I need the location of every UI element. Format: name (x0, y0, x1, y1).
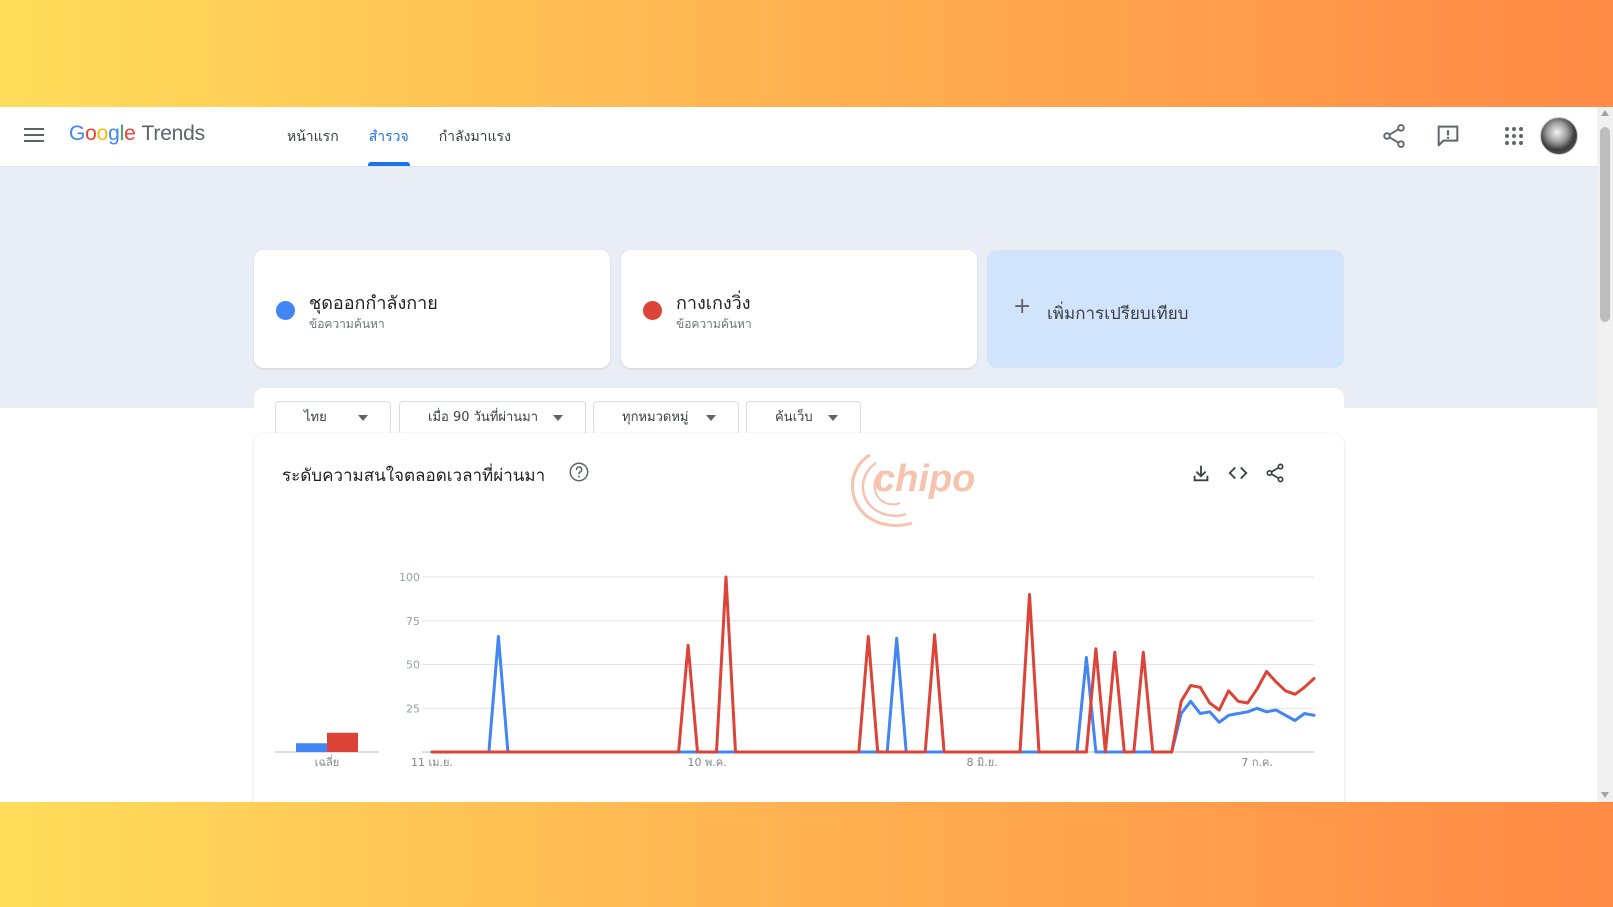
scroll-down-arrow-icon[interactable] (1601, 792, 1609, 798)
add-comparison-button[interactable]: + เพิ่มการเปรียบเทียบ (987, 250, 1344, 368)
x-tick-label: 11 เม.ย. (411, 756, 453, 769)
plus-icon: + (1013, 294, 1032, 319)
scroll-up-arrow-icon[interactable] (1601, 110, 1609, 116)
y-tick-label: 75 (406, 615, 420, 628)
category-filter-label: ทุกหมวดหมู่ (622, 410, 689, 425)
category-filter[interactable]: ทุกหมวดหมู่ (593, 401, 739, 435)
interest-line-chart: 25 50 75 100 11 เม.ย. 10 พ.ค. 8 มิ.ย. 7 ก.ค. เฉล… (275, 571, 1316, 769)
app-bar: Google Trends หน้าแรก สำรวจ กำลังมาแรง (0, 107, 1597, 167)
average-bar (296, 743, 327, 752)
tab-home[interactable]: หน้าแรก (272, 107, 354, 166)
average-bar (327, 732, 358, 752)
tab-trending[interactable]: กำลังมาแรง (424, 107, 526, 166)
y-tick-label: 25 (406, 702, 420, 715)
search-type-filter-label: ค้นเว็บ (775, 410, 813, 425)
vertical-scrollbar[interactable] (1597, 107, 1613, 802)
hamburger-menu-icon[interactable] (24, 128, 44, 144)
tab-explore[interactable]: สำรวจ (354, 107, 424, 166)
term-2-name: กางเกงวิ่ง (676, 293, 751, 314)
y-tick-label: 100 (399, 571, 420, 584)
x-tick-label: 10 พ.ค. (687, 756, 726, 769)
term-1-color-dot (276, 301, 295, 320)
feedback-icon[interactable] (1434, 122, 1462, 150)
caret-down-icon (828, 415, 838, 421)
apps-grid-icon[interactable] (1500, 122, 1528, 150)
share-icon[interactable] (1380, 122, 1408, 150)
average-label: เฉลี่ย (315, 754, 339, 769)
caret-down-icon (706, 415, 716, 421)
term-2-subtitle: ข้อความค้นหา (676, 317, 752, 331)
account-avatar[interactable] (1540, 117, 1578, 155)
region-filter-label: ไทย (304, 410, 327, 425)
logo-trends-text: Trends (141, 122, 206, 145)
time-range-filter[interactable]: เมื่อ 90 วันที่ผ่านมา (399, 401, 586, 435)
search-type-filter[interactable]: ค้นเว็บ (746, 401, 861, 435)
term-card-2[interactable]: กางเกงวิ่ง ข้อความค้นหา (621, 250, 977, 368)
top-decor-band (0, 0, 1613, 107)
scrollbar-thumb[interactable] (1600, 127, 1610, 322)
google-trends-logo[interactable]: Google Trends (69, 122, 205, 146)
term-1-name: ชุดออกกำลังกาย (309, 293, 438, 314)
compare-panel: ชุดออกกำลังกาย ข้อความค้นหา กางเกงวิ่ง ข… (0, 167, 1597, 446)
term-card-1[interactable]: ชุดออกกำลังกาย ข้อความค้นหา (254, 250, 610, 368)
term-1-subtitle: ข้อความค้นหา (309, 317, 385, 331)
x-tick-label: 7 ก.ค. (1241, 756, 1273, 769)
main-nav: หน้าแรก สำรวจ กำลังมาแรง (272, 107, 526, 166)
add-comparison-label: เพิ่มการเปรียบเทียบ (1047, 304, 1189, 324)
time-range-filter-label: เมื่อ 90 วันที่ผ่านมา (428, 410, 539, 425)
y-tick-label: 50 (406, 659, 420, 672)
term-2-color-dot (643, 301, 662, 320)
caret-down-icon (553, 415, 563, 421)
browser-viewport: Google Trends หน้าแรก สำรวจ กำลังมาแรง ช… (0, 107, 1613, 802)
bottom-decor-band (0, 802, 1613, 907)
caret-down-icon (358, 415, 368, 421)
region-filter[interactable]: ไทย (275, 401, 391, 435)
interest-over-time-card: ระดับความสนใจตลอดเวลาที่ผ่านมา chipo 25 … (254, 433, 1344, 802)
x-tick-label: 8 มิ.ย. (966, 756, 997, 769)
